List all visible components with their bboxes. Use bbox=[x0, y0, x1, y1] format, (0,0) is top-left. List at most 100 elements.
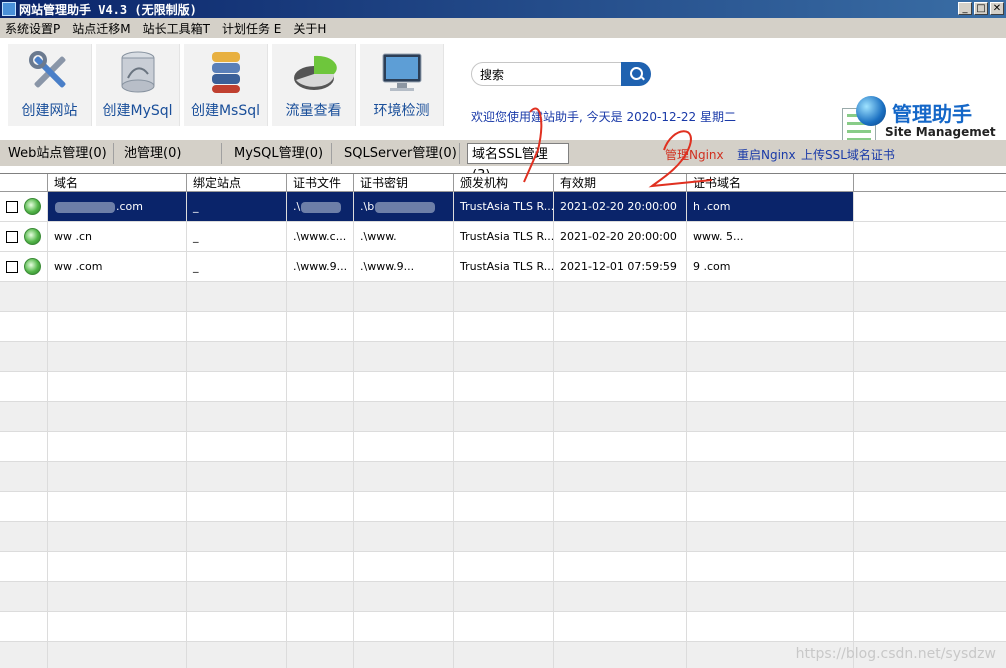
header-cert-file[interactable]: 证书文件 bbox=[286, 174, 353, 192]
tab-sqlserver[interactable]: SQLServer管理(0) bbox=[338, 143, 460, 164]
empty-cell bbox=[0, 402, 47, 432]
environment-check-button[interactable]: 环境检测 bbox=[360, 44, 444, 126]
globe-icon bbox=[856, 96, 886, 126]
maximize-button[interactable]: □ bbox=[974, 2, 988, 15]
tab-domain-ssl[interactable]: 域名SSL管理(3) bbox=[467, 143, 569, 183]
empty-cell bbox=[286, 462, 353, 492]
empty-cell bbox=[453, 432, 553, 462]
table-row[interactable]: ww .cn _ .\www.c... .\www. TrustAsia TLS… bbox=[0, 222, 1006, 252]
filler-cell bbox=[853, 192, 1006, 222]
app-icon bbox=[2, 2, 16, 16]
empty-cell bbox=[553, 402, 686, 432]
empty-cell bbox=[0, 432, 47, 462]
search-icon[interactable] bbox=[621, 62, 651, 86]
header-expires[interactable]: 有效期 bbox=[553, 174, 686, 192]
empty-cell bbox=[553, 552, 686, 582]
tab-app-pools[interactable]: 池管理(0) bbox=[118, 143, 222, 164]
app-logo: 管理助手 Site Managemet bbox=[840, 94, 1000, 146]
menu-scheduled-tasks[interactable]: 计划任务 E bbox=[217, 20, 288, 37]
row-select-cell bbox=[0, 192, 47, 222]
empty-cell bbox=[47, 312, 186, 342]
expires-cell: 2021-02-20 20:00:00 bbox=[553, 222, 686, 252]
empty-cell bbox=[453, 582, 553, 612]
empty-cell bbox=[0, 462, 47, 492]
menu-webmaster-tools[interactable]: 站长工具箱T bbox=[138, 20, 217, 37]
tab-web-sites[interactable]: Web站点管理(0) bbox=[2, 143, 114, 164]
empty-cell bbox=[453, 522, 553, 552]
table-row[interactable]: .com _ .\ .\b TrustAsia TLS R... 2021-02… bbox=[0, 192, 1006, 222]
empty-cell bbox=[553, 522, 686, 552]
empty-cell bbox=[0, 342, 47, 372]
empty-cell bbox=[353, 582, 453, 612]
empty-cell bbox=[553, 432, 686, 462]
main-window: 网站管理助手 V4.3 (无限制版) _ □ ✕ 系统设置P 站点迁移M 站长工… bbox=[0, 0, 1006, 668]
empty-cell bbox=[286, 342, 353, 372]
close-button[interactable]: ✕ bbox=[990, 2, 1004, 15]
view-traffic-button[interactable]: 流量查看 bbox=[272, 44, 356, 126]
empty-cell bbox=[0, 372, 47, 402]
empty-cell bbox=[286, 582, 353, 612]
menu-site-migration[interactable]: 站点迁移M bbox=[67, 20, 137, 37]
create-mssql-button[interactable]: 创建MsSql bbox=[184, 44, 268, 126]
menu-system-settings[interactable]: 系统设置P bbox=[0, 20, 67, 37]
empty-cell bbox=[186, 582, 286, 612]
header-bound-site[interactable]: 绑定站点 bbox=[186, 174, 286, 192]
row-select-cell bbox=[0, 252, 47, 282]
cert-key-cell: .\www. bbox=[353, 222, 453, 252]
empty-cell bbox=[553, 462, 686, 492]
empty-cell bbox=[353, 432, 453, 462]
create-mysql-button[interactable]: 创建MySql bbox=[96, 44, 180, 126]
issuer-cell: TrustAsia TLS R... bbox=[453, 252, 553, 282]
empty-cell bbox=[453, 642, 553, 668]
empty-cell bbox=[0, 282, 47, 312]
empty-cell bbox=[47, 582, 186, 612]
cert-key-cell: .\b bbox=[353, 192, 453, 222]
header-issuer[interactable]: 颁发机构 bbox=[453, 174, 553, 192]
create-site-label: 创建网站 bbox=[21, 103, 78, 119]
empty-cell bbox=[186, 312, 286, 342]
upload-ssl-cert-link[interactable]: 上传SSL域名证书 bbox=[801, 146, 895, 163]
empty-table-row bbox=[0, 432, 1006, 462]
empty-cell bbox=[553, 372, 686, 402]
empty-cell bbox=[686, 522, 853, 552]
logo-title: 管理助手 bbox=[892, 102, 972, 126]
header-cert-domain[interactable]: 证书域名 bbox=[686, 174, 853, 192]
manage-nginx-link[interactable]: 管理Nginx bbox=[665, 146, 724, 163]
menu-about[interactable]: 关于H bbox=[288, 20, 333, 37]
minimize-button[interactable]: _ bbox=[958, 2, 972, 15]
empty-cell bbox=[553, 342, 686, 372]
empty-cell bbox=[453, 312, 553, 342]
empty-cell bbox=[353, 492, 453, 522]
header-domain[interactable]: 域名 bbox=[47, 174, 186, 192]
empty-table-row bbox=[0, 462, 1006, 492]
view-traffic-label: 流量查看 bbox=[285, 103, 342, 119]
tab-mysql[interactable]: MySQL管理(0) bbox=[228, 143, 332, 164]
row-checkbox[interactable] bbox=[6, 231, 18, 243]
empty-cell bbox=[47, 282, 186, 312]
window-controls: _ □ ✕ bbox=[958, 2, 1004, 15]
empty-cell bbox=[353, 522, 453, 552]
restart-nginx-link[interactable]: 重启Nginx bbox=[737, 146, 796, 163]
bound-site-cell: _ bbox=[186, 222, 286, 252]
empty-cell bbox=[353, 282, 453, 312]
create-site-button[interactable]: 创建网站 bbox=[8, 44, 92, 126]
create-mssql-label: 创建MsSql bbox=[190, 103, 261, 119]
row-checkbox[interactable] bbox=[6, 201, 18, 213]
empty-cell bbox=[0, 642, 47, 668]
table-row[interactable]: ww .com _ .\www.9... .\www.9... TrustAsi… bbox=[0, 252, 1006, 282]
empty-cell bbox=[353, 642, 453, 668]
empty-cell bbox=[686, 312, 853, 342]
window-title: 网站管理助手 V4.3 (无限制版) bbox=[19, 2, 197, 17]
empty-cell bbox=[186, 492, 286, 522]
cert-file-value: .\ bbox=[293, 200, 301, 213]
empty-cell bbox=[186, 612, 286, 642]
header-cert-key[interactable]: 证书密钥 bbox=[353, 174, 453, 192]
filler-cell bbox=[853, 252, 1006, 282]
empty-cell bbox=[0, 612, 47, 642]
row-checkbox[interactable] bbox=[6, 261, 18, 273]
search-input[interactable] bbox=[471, 62, 631, 86]
empty-cell bbox=[686, 582, 853, 612]
domain-cell: .com bbox=[47, 192, 186, 222]
empty-cell bbox=[186, 462, 286, 492]
empty-cell bbox=[686, 432, 853, 462]
